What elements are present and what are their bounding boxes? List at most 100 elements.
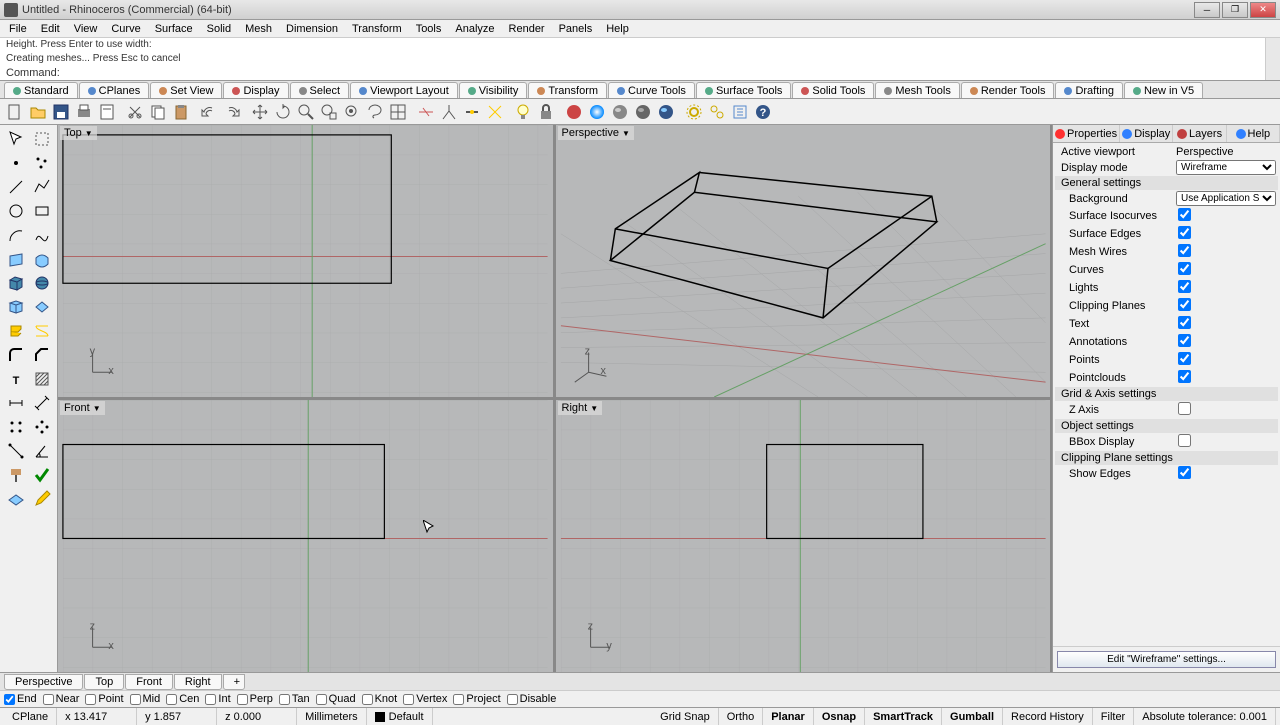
redo-button[interactable] — [221, 101, 243, 123]
viewport-label[interactable]: Top▼ — [60, 126, 97, 140]
array2-button[interactable] — [29, 415, 55, 439]
osnap-tan[interactable]: Tan — [279, 693, 310, 705]
array-button[interactable] — [3, 415, 29, 439]
osnap-disable[interactable]: Disable — [507, 693, 557, 705]
menu-transform[interactable]: Transform — [345, 21, 409, 37]
show-edges-check[interactable] — [1178, 466, 1191, 479]
close-button[interactable]: ✕ — [1250, 2, 1276, 18]
surface-button[interactable] — [3, 247, 29, 271]
tab-display[interactable]: Display — [223, 82, 288, 98]
arc-button[interactable] — [3, 223, 29, 247]
shade2-button[interactable] — [632, 101, 654, 123]
viewport-top[interactable]: Top▼ y x — [58, 125, 553, 397]
setdisplay-button[interactable] — [563, 101, 585, 123]
mesh-wires-check[interactable] — [1178, 244, 1191, 257]
tab-drafting[interactable]: Drafting — [1055, 82, 1123, 98]
osnap-int[interactable]: Int — [205, 693, 230, 705]
tab-newinv5[interactable]: New in V5 — [1124, 82, 1203, 98]
move-button[interactable] — [249, 101, 271, 123]
sphere-button[interactable] — [29, 271, 55, 295]
status-units[interactable]: Millimeters — [297, 708, 367, 725]
menu-edit[interactable]: Edit — [34, 21, 67, 37]
dim2-button[interactable] — [29, 391, 55, 415]
tab-select[interactable]: Select — [290, 82, 350, 98]
surface2-button[interactable] — [29, 247, 55, 271]
polyline-button[interactable] — [29, 175, 55, 199]
curve-button[interactable] — [29, 223, 55, 247]
osnap-mid[interactable]: Mid — [130, 693, 161, 705]
save-button[interactable] — [50, 101, 72, 123]
options-button[interactable] — [683, 101, 705, 123]
osnap-knot[interactable]: Knot — [362, 693, 398, 705]
menu-file[interactable]: File — [2, 21, 34, 37]
pointclouds-check[interactable] — [1178, 370, 1191, 383]
mesh2-button[interactable] — [29, 295, 55, 319]
pencil-button[interactable] — [29, 487, 55, 511]
osnap-near[interactable]: Near — [43, 693, 80, 705]
fillet-button[interactable] — [3, 343, 29, 367]
shade-button[interactable] — [609, 101, 631, 123]
text-check[interactable] — [1178, 316, 1191, 329]
menu-surface[interactable]: Surface — [148, 21, 200, 37]
bbox-check[interactable] — [1178, 434, 1191, 447]
tab-visibility[interactable]: Visibility — [459, 82, 528, 98]
menu-view[interactable]: View — [67, 21, 105, 37]
status-planar[interactable]: Planar — [763, 708, 814, 725]
osnap-end[interactable]: End — [4, 693, 37, 705]
vptab-add[interactable]: + — [223, 674, 245, 690]
background-select[interactable]: Use Application Settings — [1176, 191, 1276, 206]
paste-button[interactable] — [170, 101, 192, 123]
edit-wireframe-button[interactable]: Edit "Wireframe" settings... — [1057, 651, 1276, 668]
osnap-quad[interactable]: Quad — [316, 693, 356, 705]
status-layer[interactable]: Default — [367, 708, 433, 725]
minimize-button[interactable]: ─ — [1194, 2, 1220, 18]
trim-button[interactable] — [415, 101, 437, 123]
tab-help[interactable]: Help — [1227, 125, 1280, 142]
menu-curve[interactable]: Curve — [104, 21, 147, 37]
tab-rendertools[interactable]: Render Tools — [961, 82, 1055, 98]
pointson-button[interactable] — [512, 101, 534, 123]
annotations-check[interactable] — [1178, 334, 1191, 347]
layerprops-button[interactable] — [729, 101, 751, 123]
join-button[interactable] — [461, 101, 483, 123]
tab-cplanes[interactable]: CPlanes — [79, 82, 150, 98]
vptab-right[interactable]: Right — [174, 674, 222, 690]
copy-button[interactable] — [147, 101, 169, 123]
menu-solid[interactable]: Solid — [200, 21, 238, 37]
status-smarttrack[interactable]: SmartTrack — [865, 708, 942, 725]
status-cplane[interactable]: CPlane — [4, 708, 57, 725]
zoom-button[interactable] — [295, 101, 317, 123]
zaxis-check[interactable] — [1178, 402, 1191, 415]
curves-check[interactable] — [1178, 262, 1191, 275]
render-button[interactable] — [655, 101, 677, 123]
maximize-button[interactable]: ❐ — [1222, 2, 1248, 18]
select-button[interactable] — [3, 127, 29, 151]
status-ortho[interactable]: Ortho — [719, 708, 764, 725]
checkmark-button[interactable] — [29, 463, 55, 487]
vptab-top[interactable]: Top — [84, 674, 124, 690]
mesh-button[interactable] — [3, 295, 29, 319]
undo-button[interactable] — [198, 101, 220, 123]
render2-button[interactable] — [3, 463, 29, 487]
documentproperties-button[interactable] — [96, 101, 118, 123]
cut-button[interactable] — [124, 101, 146, 123]
circle-button[interactable] — [3, 199, 29, 223]
colorwheel-button[interactable] — [586, 101, 608, 123]
menu-help[interactable]: Help — [599, 21, 636, 37]
hatch-button[interactable] — [29, 367, 55, 391]
status-recordhistory[interactable]: Record History — [1003, 708, 1093, 725]
viewport-label[interactable]: Front▼ — [60, 401, 105, 415]
tab-standard[interactable]: Standard — [4, 82, 78, 98]
tab-solidtools[interactable]: Solid Tools — [792, 82, 874, 98]
zoomextents-button[interactable] — [318, 101, 340, 123]
tab-transform[interactable]: Transform — [528, 82, 607, 98]
osnap-cen[interactable]: Cen — [166, 693, 199, 705]
menu-render[interactable]: Render — [502, 21, 552, 37]
tab-viewportlayout[interactable]: Viewport Layout — [350, 82, 458, 98]
osnap-vertex[interactable]: Vertex — [403, 693, 447, 705]
command-input[interactable] — [64, 67, 1274, 79]
dim-button[interactable] — [3, 391, 29, 415]
status-gridsnap[interactable]: Grid Snap — [652, 708, 719, 725]
print-button[interactable] — [73, 101, 95, 123]
viewport-front[interactable]: Front▼ z x — [58, 400, 553, 672]
